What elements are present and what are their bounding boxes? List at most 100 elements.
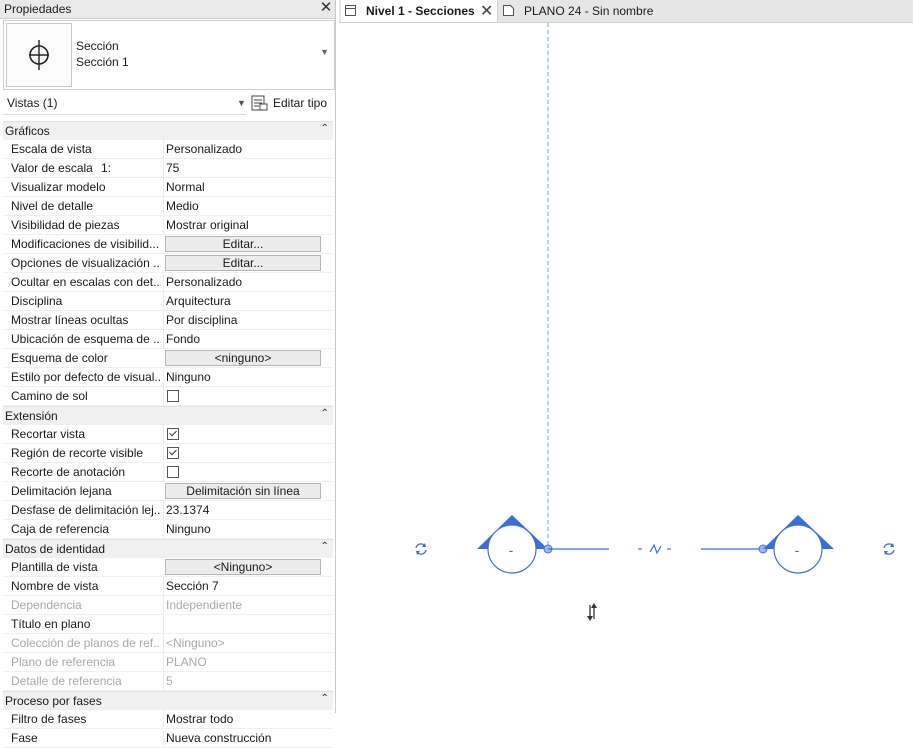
property-label: Modificaciones de visibilid...: [11, 237, 160, 251]
scale-prefix: 1:: [101, 161, 112, 175]
property-label: Desfase de delimitación lej...: [11, 503, 161, 517]
section-break-control[interactable]: [638, 543, 671, 555]
property-value: <Ninguno>: [166, 636, 225, 650]
chevron-down-icon[interactable]: ▼: [320, 47, 329, 57]
edit-visibility-button[interactable]: Editar...: [165, 236, 321, 252]
property-value[interactable]: Fondo: [166, 332, 200, 346]
crop-region-visible-checkbox[interactable]: [167, 447, 179, 459]
property-value[interactable]: Ninguno: [166, 370, 211, 384]
property-label: Disciplina: [11, 294, 63, 308]
property-label: Fase: [11, 731, 38, 745]
flip-section-icon[interactable]: [587, 603, 597, 621]
section-head-right[interactable]: -: [763, 515, 834, 574]
property-value[interactable]: Medio: [166, 199, 199, 213]
property-label: Ubicación de esquema de ...: [11, 332, 161, 346]
close-icon[interactable]: ✕: [480, 1, 493, 21]
instance-filter-dropdown[interactable]: Vistas (1) ▼: [3, 92, 246, 115]
property-row: Recortar vista: [3, 425, 333, 444]
type-name: Sección 1: [76, 55, 129, 69]
edit-type-button[interactable]: Editar tipo: [250, 93, 332, 113]
property-value[interactable]: Mostrar original: [166, 218, 249, 232]
collapse-icon[interactable]: ⌃: [321, 541, 329, 552]
cycle-head-right-icon[interactable]: [883, 543, 895, 555]
property-value[interactable]: 75: [166, 161, 179, 175]
property-value[interactable]: 23.1374: [166, 503, 209, 517]
property-value: PLANO: [166, 655, 207, 669]
collapse-icon[interactable]: ⌃: [321, 408, 329, 419]
group-label: Extensión: [5, 409, 58, 423]
property-row: Opciones de visualización ... Editar...: [3, 254, 333, 273]
group-extension[interactable]: Extensión ⌃: [3, 406, 333, 425]
edit-type-icon: [251, 95, 268, 111]
drawing-canvas[interactable]: - -: [339, 23, 913, 713]
sheet-icon: [503, 5, 514, 16]
property-label: Dependencia: [11, 598, 82, 612]
instance-filter-row: Vistas (1) ▼ Editar tipo: [0, 92, 335, 116]
property-value[interactable]: Nueva construcción: [166, 731, 271, 745]
property-row: Visualizar modelo Normal: [3, 178, 333, 197]
property-label: Colección de planos de ref...: [11, 636, 161, 650]
edit-display-options-button[interactable]: Editar...: [165, 255, 321, 271]
properties-panel: Propiedades ✕ Sección Sección 1 ▼ Vistas…: [0, 0, 336, 748]
property-label: Opciones de visualización ...: [11, 256, 161, 270]
property-value[interactable]: Mostrar todo: [166, 712, 233, 726]
tab-nivel-1-secciones[interactable]: Nivel 1 - Secciones ✕: [341, 0, 498, 22]
type-family-name: Sección: [76, 39, 119, 53]
view-icon: [345, 5, 356, 16]
group-label: Datos de identidad: [5, 542, 106, 556]
tab-plano-24[interactable]: PLANO 24 - Sin nombre: [499, 0, 719, 22]
property-row: Plano de referencia PLANO: [3, 653, 333, 672]
property-row: Delimitación lejana Delimitación sin líne…: [3, 482, 333, 501]
edit-type-label: Editar tipo: [273, 96, 328, 110]
property-label: Escala de vista: [11, 142, 92, 156]
section-head-left-label: -: [509, 542, 514, 558]
property-row: Ocultar en escalas con det... Personaliza…: [3, 273, 333, 292]
property-label: Delimitación lejana: [11, 484, 112, 498]
color-scheme-button[interactable]: <ninguno>: [165, 350, 321, 366]
property-value[interactable]: Por disciplina: [166, 313, 237, 327]
view-template-button[interactable]: <Ninguno>: [165, 559, 321, 575]
property-row: Modificaciones de visibilid... Editar...: [3, 235, 333, 254]
tab-label: PLANO 24 - Sin nombre: [524, 4, 654, 18]
property-row: Dependencia Independiente: [3, 596, 333, 615]
property-row: Plantilla de vista <Ninguno>: [3, 558, 333, 577]
property-value: 5: [166, 674, 173, 688]
annotation-crop-checkbox[interactable]: [167, 466, 179, 478]
property-label: Mostrar líneas ocultas: [11, 313, 129, 327]
group-label: Gráficos: [5, 124, 50, 138]
group-fases[interactable]: Proceso por fases ⌃: [3, 691, 333, 710]
collapse-icon[interactable]: ⌃: [321, 693, 329, 704]
property-row: Mostrar líneas ocultas Por disciplina: [3, 311, 333, 330]
property-value[interactable]: Ninguno: [166, 522, 211, 536]
property-label: Esquema de color: [11, 351, 108, 365]
section-type-thumbnail: [6, 23, 72, 87]
property-row: Ubicación de esquema de ... Fondo: [3, 330, 333, 349]
property-row: Disciplina Arquitectura: [3, 292, 333, 311]
properties-title: Propiedades: [4, 2, 72, 16]
collapse-icon[interactable]: ⌃: [321, 123, 329, 134]
instance-filter-label: Vistas (1): [7, 96, 58, 110]
property-label: Visualizar modelo: [11, 180, 106, 194]
group-graficos[interactable]: Gráficos ⌃: [3, 121, 333, 140]
property-value[interactable]: Normal: [166, 180, 205, 194]
section-head-left[interactable]: -: [477, 515, 548, 574]
section-symbol-icon: [29, 40, 49, 70]
property-row: Estilo por defecto de visual... Ninguno: [3, 368, 333, 387]
property-label: Plantilla de vista: [11, 560, 98, 574]
crop-view-checkbox[interactable]: [167, 428, 179, 440]
property-label: Nombre de vista: [11, 579, 99, 593]
far-clipping-button[interactable]: Delimitación sin línea: [165, 483, 321, 499]
property-value[interactable]: Arquitectura: [166, 294, 231, 308]
view-tabs: Nivel 1 - Secciones ✕ PLANO 24 - Sin nom…: [339, 0, 913, 23]
property-row: Recorte de anotación: [3, 463, 333, 482]
cycle-head-left-icon[interactable]: [415, 543, 427, 555]
property-value[interactable]: Personalizado: [166, 275, 242, 289]
section-head-right-label: -: [795, 542, 800, 558]
type-selector[interactable]: Sección Sección 1 ▼: [3, 20, 335, 90]
tab-label: Nivel 1 - Secciones: [366, 4, 475, 18]
sun-path-checkbox[interactable]: [167, 390, 179, 402]
group-identidad[interactable]: Datos de identidad ⌃: [3, 539, 333, 558]
property-value[interactable]: Personalizado: [166, 142, 242, 156]
close-icon[interactable]: ✕: [319, 0, 333, 16]
property-value[interactable]: Sección 7: [166, 579, 219, 593]
